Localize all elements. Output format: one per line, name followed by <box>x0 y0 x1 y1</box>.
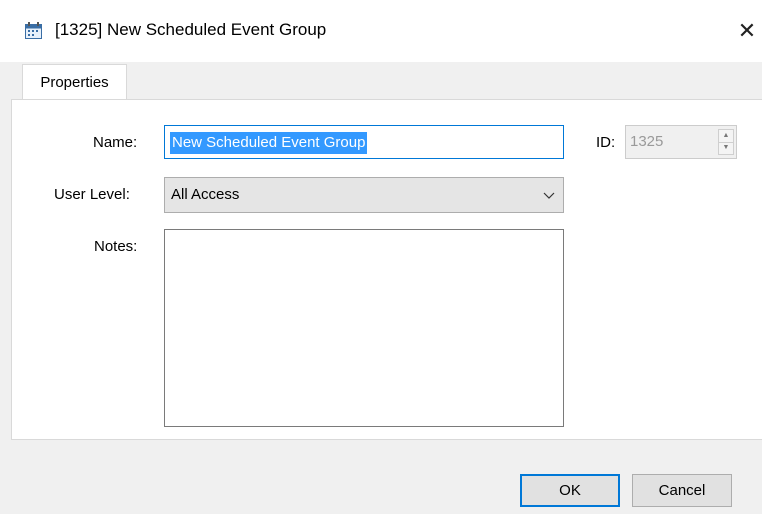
window-title: [1325] New Scheduled Event Group <box>55 20 327 39</box>
name-input[interactable]: New Scheduled Event Group <box>164 125 564 159</box>
notes-label: Notes: <box>94 238 138 255</box>
title-bar: [1325] New Scheduled Event Group ✕ <box>0 0 762 62</box>
notes-textarea[interactable] <box>164 229 564 427</box>
close-button[interactable]: ✕ <box>732 14 762 48</box>
id-label: ID: <box>596 134 616 151</box>
name-input-value: New Scheduled Event Group <box>170 132 368 154</box>
chevron-down-icon <box>543 192 555 199</box>
id-value: 1325 <box>630 133 664 150</box>
user-level-select[interactable]: All Access <box>164 177 564 213</box>
user-level-label: User Level: <box>54 186 130 203</box>
tab-properties[interactable]: Properties <box>22 64 127 100</box>
close-icon: ✕ <box>737 18 757 43</box>
calendar-icon <box>25 22 42 39</box>
spin-down-icon: ▼ <box>722 144 730 151</box>
user-level-value: All Access <box>171 186 240 203</box>
name-label: Name: <box>93 134 138 151</box>
id-spinner: ▲ ▼ <box>718 129 734 155</box>
cancel-button[interactable]: Cancel <box>632 474 732 507</box>
ok-button[interactable]: OK <box>520 474 620 507</box>
id-field: 1325 ▲ ▼ <box>625 125 737 159</box>
